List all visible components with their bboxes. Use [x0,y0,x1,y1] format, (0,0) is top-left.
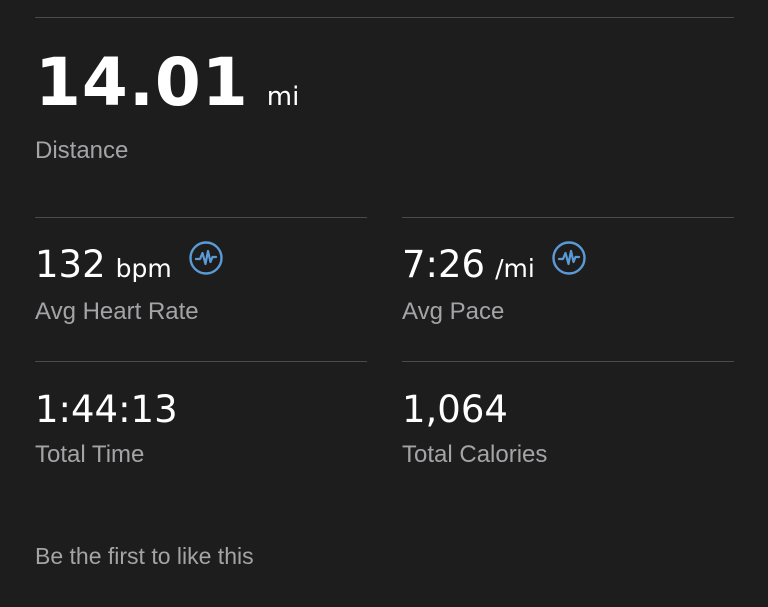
stats-divider-left-2 [35,361,367,362]
distance-label: Distance [35,137,129,164]
avg-pace-stat: 7:26 /mi [402,246,535,283]
total-time-stat: 1:44:13 [35,391,178,428]
stats-divider-left-1 [35,217,367,218]
total-calories-label: Total Calories [402,441,548,468]
avg-heart-rate-unit: bpm [115,254,172,283]
distance-stat: 14.01 mi [35,50,299,116]
stats-divider-right-1 [402,217,734,218]
distance-unit: mi [266,82,300,112]
avg-heart-rate-stat: 132 bpm [35,246,172,283]
total-time-value: 1:44:13 [35,388,178,431]
avg-pace-unit: /mi [495,254,535,283]
avg-pace-value: 7:26 [402,243,486,286]
total-time-label: Total Time [35,441,145,468]
pace-chart-icon[interactable] [551,240,587,276]
avg-heart-rate-label: Avg Heart Rate [35,298,199,325]
distance-value: 14.01 [35,44,249,121]
top-divider [35,17,734,18]
avg-heart-rate-value: 132 [35,243,106,286]
stats-divider-right-2 [402,361,734,362]
avg-pace-label: Avg Pace [402,298,505,325]
like-prompt[interactable]: Be the first to like this [35,545,254,568]
total-calories-stat: 1,064 [402,391,508,428]
total-calories-value: 1,064 [402,388,508,431]
heart-rate-chart-icon[interactable] [188,240,224,276]
